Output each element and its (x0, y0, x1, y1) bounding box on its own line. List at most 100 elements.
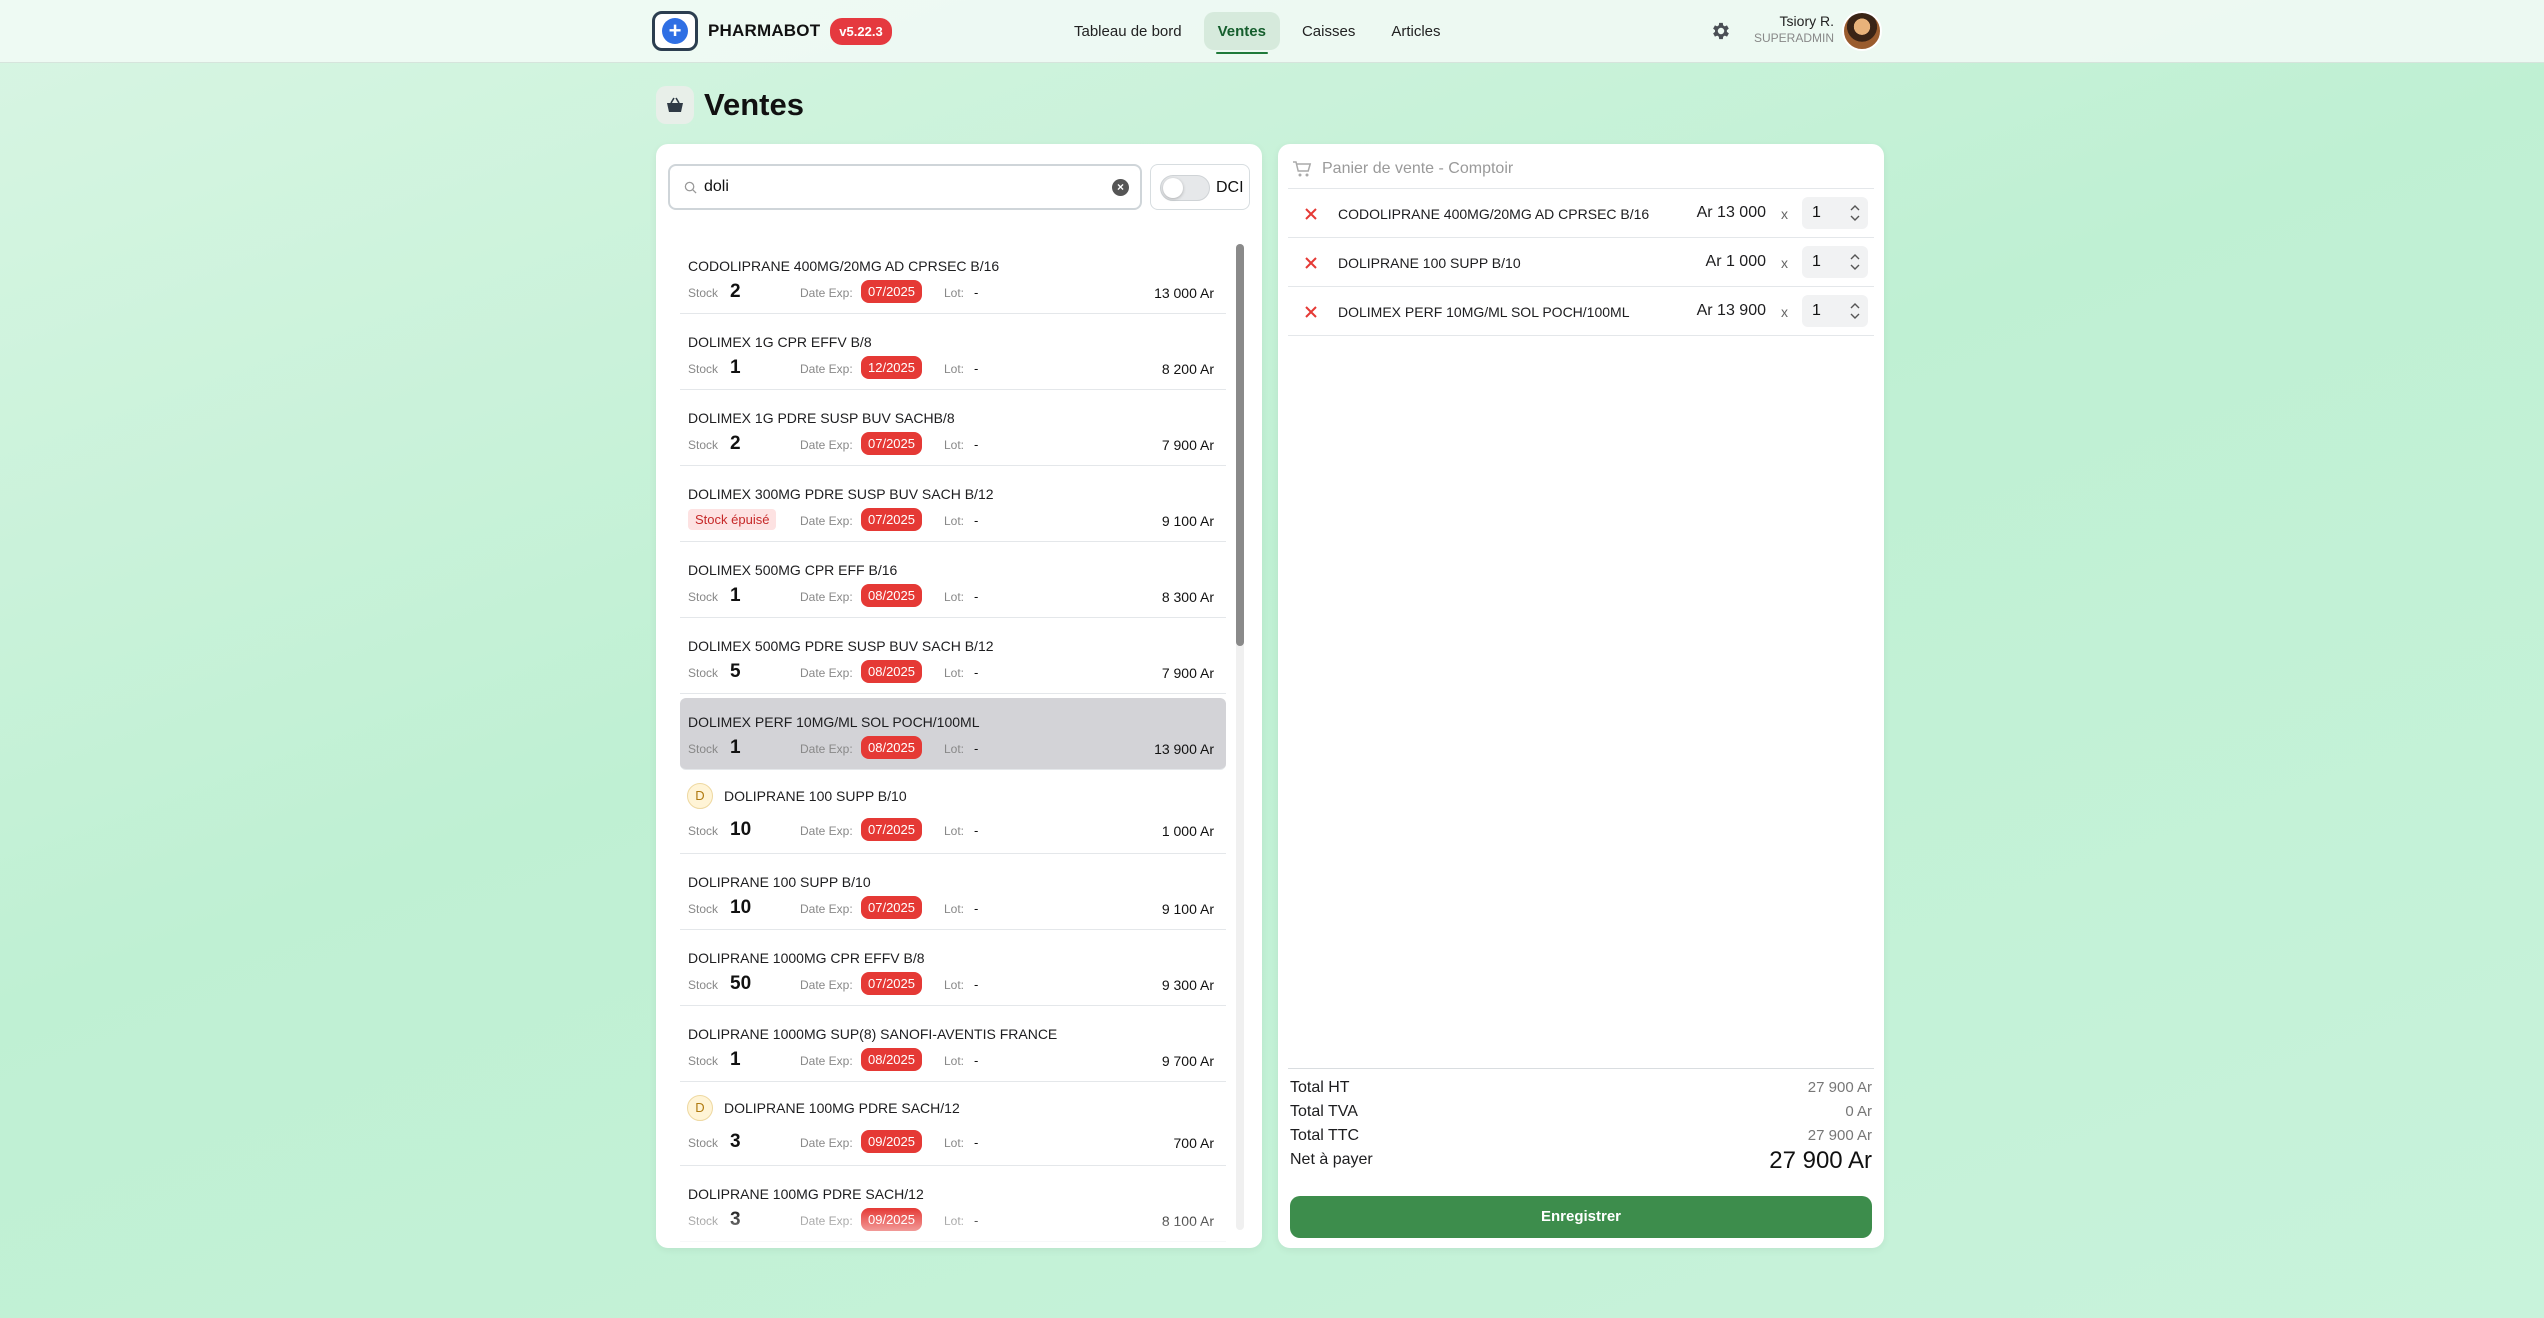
cart-item: DOLIPRANE 100 SUPP B/10 Ar 1 000 x 1 (1288, 238, 1874, 287)
remove-icon[interactable] (1303, 206, 1319, 222)
search-value: doli (704, 178, 729, 195)
total-tva-label: Total TVA (1290, 1103, 1358, 1120)
stock-label: Stock (688, 438, 719, 452)
product-row[interactable]: DOLIMEX 1G PDRE SUSP BUV SACHB/8 Stock 2 Da… (680, 394, 1226, 466)
product-row[interactable]: DOLIMEX PERF 10MG/ML SOL POCH/100ML Stock… (680, 698, 1226, 770)
quantity-stepper[interactable]: 1 (1802, 246, 1868, 278)
expiry-label: Date Exp: (800, 824, 853, 838)
lot-label: Lot: (944, 590, 965, 604)
user-info[interactable]: Tsiory R. SUPERADMIN (1748, 13, 1834, 45)
clear-icon[interactable]: × (1112, 179, 1129, 196)
product-name: DOLIPRANE 100 SUPP B/10 (688, 874, 871, 890)
scrollbar-thumb[interactable] (1236, 244, 1244, 646)
product-row[interactable]: D DOLIPRANE 100 SUPP B/10 Stock 10 Date Exp:… (680, 774, 1226, 854)
basket-icon (656, 86, 694, 124)
product-row[interactable]: DOLIMEX 300MG PDRE SUSP BUV SACH B/12 Sto… (680, 470, 1226, 542)
lot-label: Lot: (944, 514, 965, 528)
stock-value: 50 (730, 973, 752, 994)
main-nav: Tableau de bord Ventes Caisses Articles (1060, 12, 1455, 54)
nav-caisses[interactable]: Caisses (1288, 12, 1369, 50)
pharmabot-logo-icon: + (652, 11, 698, 51)
lot-label: Lot: (944, 1054, 965, 1068)
expiry-badge: 07/2025 (861, 972, 922, 995)
product-row[interactable]: DOLIMEX 1G CPR EFFV B/8 Stock 1 Date Exp: 12… (680, 318, 1226, 390)
product-price: 8 300 Ar (1161, 589, 1214, 605)
lot-label: Lot: (944, 438, 965, 452)
quantity-value: 1 (1812, 204, 1821, 221)
save-button[interactable]: Enregistrer (1290, 1196, 1872, 1238)
product-row[interactable]: DOLIPRANE 1000MG SUP(8) SANOFI-AVENTIS F… (680, 1010, 1226, 1082)
cart-icon (1293, 161, 1312, 177)
dci-badge: D (687, 783, 713, 809)
lot-value: - (974, 977, 979, 992)
multiply-sign: x (1781, 206, 1788, 222)
product-name: DOLIMEX 500MG CPR EFF B/16 (688, 562, 898, 578)
product-name: DOLIPRANE 1000MG CPR EFFV B/8 (688, 950, 925, 966)
cart-header: Panier de vente - Comptoir (1292, 158, 1513, 180)
product-meta: Stock 1 Date Exp: 08/2025 Lot: - 9 700 Ar (688, 1048, 1218, 1072)
gear-icon[interactable] (1710, 20, 1732, 42)
product-row[interactable]: CODOLIPRANE 400MG/20MG AD CPRSEC B/16 Sto… (680, 242, 1226, 314)
nav-tableau-de-bord[interactable]: Tableau de bord (1060, 12, 1196, 50)
expiry-badge: 08/2025 (861, 736, 922, 759)
product-meta: Stock 1 Date Exp: 08/2025 Lot: - 13 900 Ar (688, 736, 1218, 760)
stock-value: 1 (730, 357, 741, 378)
product-name: DOLIMEX 1G CPR EFFV B/8 (688, 334, 872, 350)
stepper-arrows-icon[interactable] (1850, 300, 1860, 322)
stock-label: Stock (688, 902, 719, 916)
product-name: DOLIMEX PERF 10MG/ML SOL POCH/100ML (688, 714, 980, 730)
product-meta: Stock 2 Date Exp: 07/2025 Lot: - 13 000 Ar (688, 280, 1218, 304)
product-price: 9 100 Ar (1161, 901, 1214, 917)
lot-label: Lot: (944, 362, 965, 376)
total-ttc-row: Total TTC 27 900 Ar (1290, 1127, 1872, 1149)
search-input[interactable]: doli × (668, 164, 1142, 210)
dci-toggle[interactable] (1160, 175, 1210, 201)
brand[interactable]: + PHARMABOT v5.22.3 (652, 11, 892, 51)
expiry-badge: 07/2025 (861, 818, 922, 841)
nav-ventes[interactable]: Ventes (1203, 12, 1280, 54)
product-row[interactable]: DOLIMEX 500MG PDRE SUSP BUV SACH B/12 Sto… (680, 622, 1226, 694)
product-row[interactable]: DOLIPRANE 100 SUPP B/10 Stock 10 Date Exp: 0… (680, 858, 1226, 930)
quantity-stepper[interactable]: 1 (1802, 197, 1868, 229)
expiry-label: Date Exp: (800, 902, 853, 916)
product-row[interactable]: DOLIMEX 500MG CPR EFF B/16 Stock 1 Date Exp… (680, 546, 1226, 618)
lot-label: Lot: (944, 666, 965, 680)
lot-label: Lot: (944, 742, 965, 756)
dci-toggle-box: DCI (1150, 164, 1250, 210)
expiry-label: Date Exp: (800, 666, 853, 680)
product-meta: Stock 1 Date Exp: 08/2025 Lot: - 8 300 Ar (688, 584, 1218, 608)
search-icon (684, 181, 697, 194)
avatar[interactable] (1842, 11, 1882, 51)
expiry-badge: 08/2025 (861, 660, 922, 683)
product-row[interactable]: D DOLIPRANE 100MG PDRE SACH/12 Stock 3 Date … (680, 1086, 1226, 1166)
lot-value: - (974, 901, 979, 916)
product-price: 7 900 Ar (1161, 665, 1214, 681)
stepper-arrows-icon[interactable] (1850, 251, 1860, 273)
lot-value: - (974, 823, 979, 838)
totals-divider (1288, 1068, 1874, 1069)
quantity-value: 1 (1812, 253, 1821, 270)
stock-value: 1 (730, 585, 741, 606)
product-list-scrollbar[interactable] (1236, 244, 1244, 1230)
stepper-arrows-icon[interactable] (1850, 202, 1860, 224)
cart-panel: Panier de vente - Comptoir CODOLIPRANE 4… (1278, 144, 1884, 1248)
remove-icon[interactable] (1303, 255, 1319, 271)
remove-icon[interactable] (1303, 304, 1319, 320)
lot-value: - (974, 437, 979, 452)
expiry-badge: 07/2025 (861, 508, 922, 531)
cart-item-price: Ar 13 900 (1696, 302, 1766, 319)
total-ht-row: Total HT 27 900 Ar (1290, 1079, 1872, 1101)
expiry-badge: 08/2025 (861, 1048, 922, 1071)
product-name: DOLIPRANE 100MG PDRE SACH/12 (688, 1186, 924, 1202)
page-title: Ventes (704, 87, 804, 122)
cart-item-price: Ar 13 000 (1696, 204, 1766, 221)
stock-label: Stock (688, 1054, 719, 1068)
expiry-label: Date Exp: (800, 590, 853, 604)
quantity-stepper[interactable]: 1 (1802, 295, 1868, 327)
product-row[interactable]: DOLIPRANE 1000MG CPR EFFV B/8 Stock 50 Date… (680, 934, 1226, 1006)
cart-item-price: Ar 1 000 (1705, 253, 1766, 270)
net-a-payer-value: 27 900 Ar (1769, 1147, 1872, 1174)
nav-articles[interactable]: Articles (1377, 12, 1454, 50)
stock-value: 2 (730, 281, 741, 302)
expiry-badge: 08/2025 (861, 584, 922, 607)
